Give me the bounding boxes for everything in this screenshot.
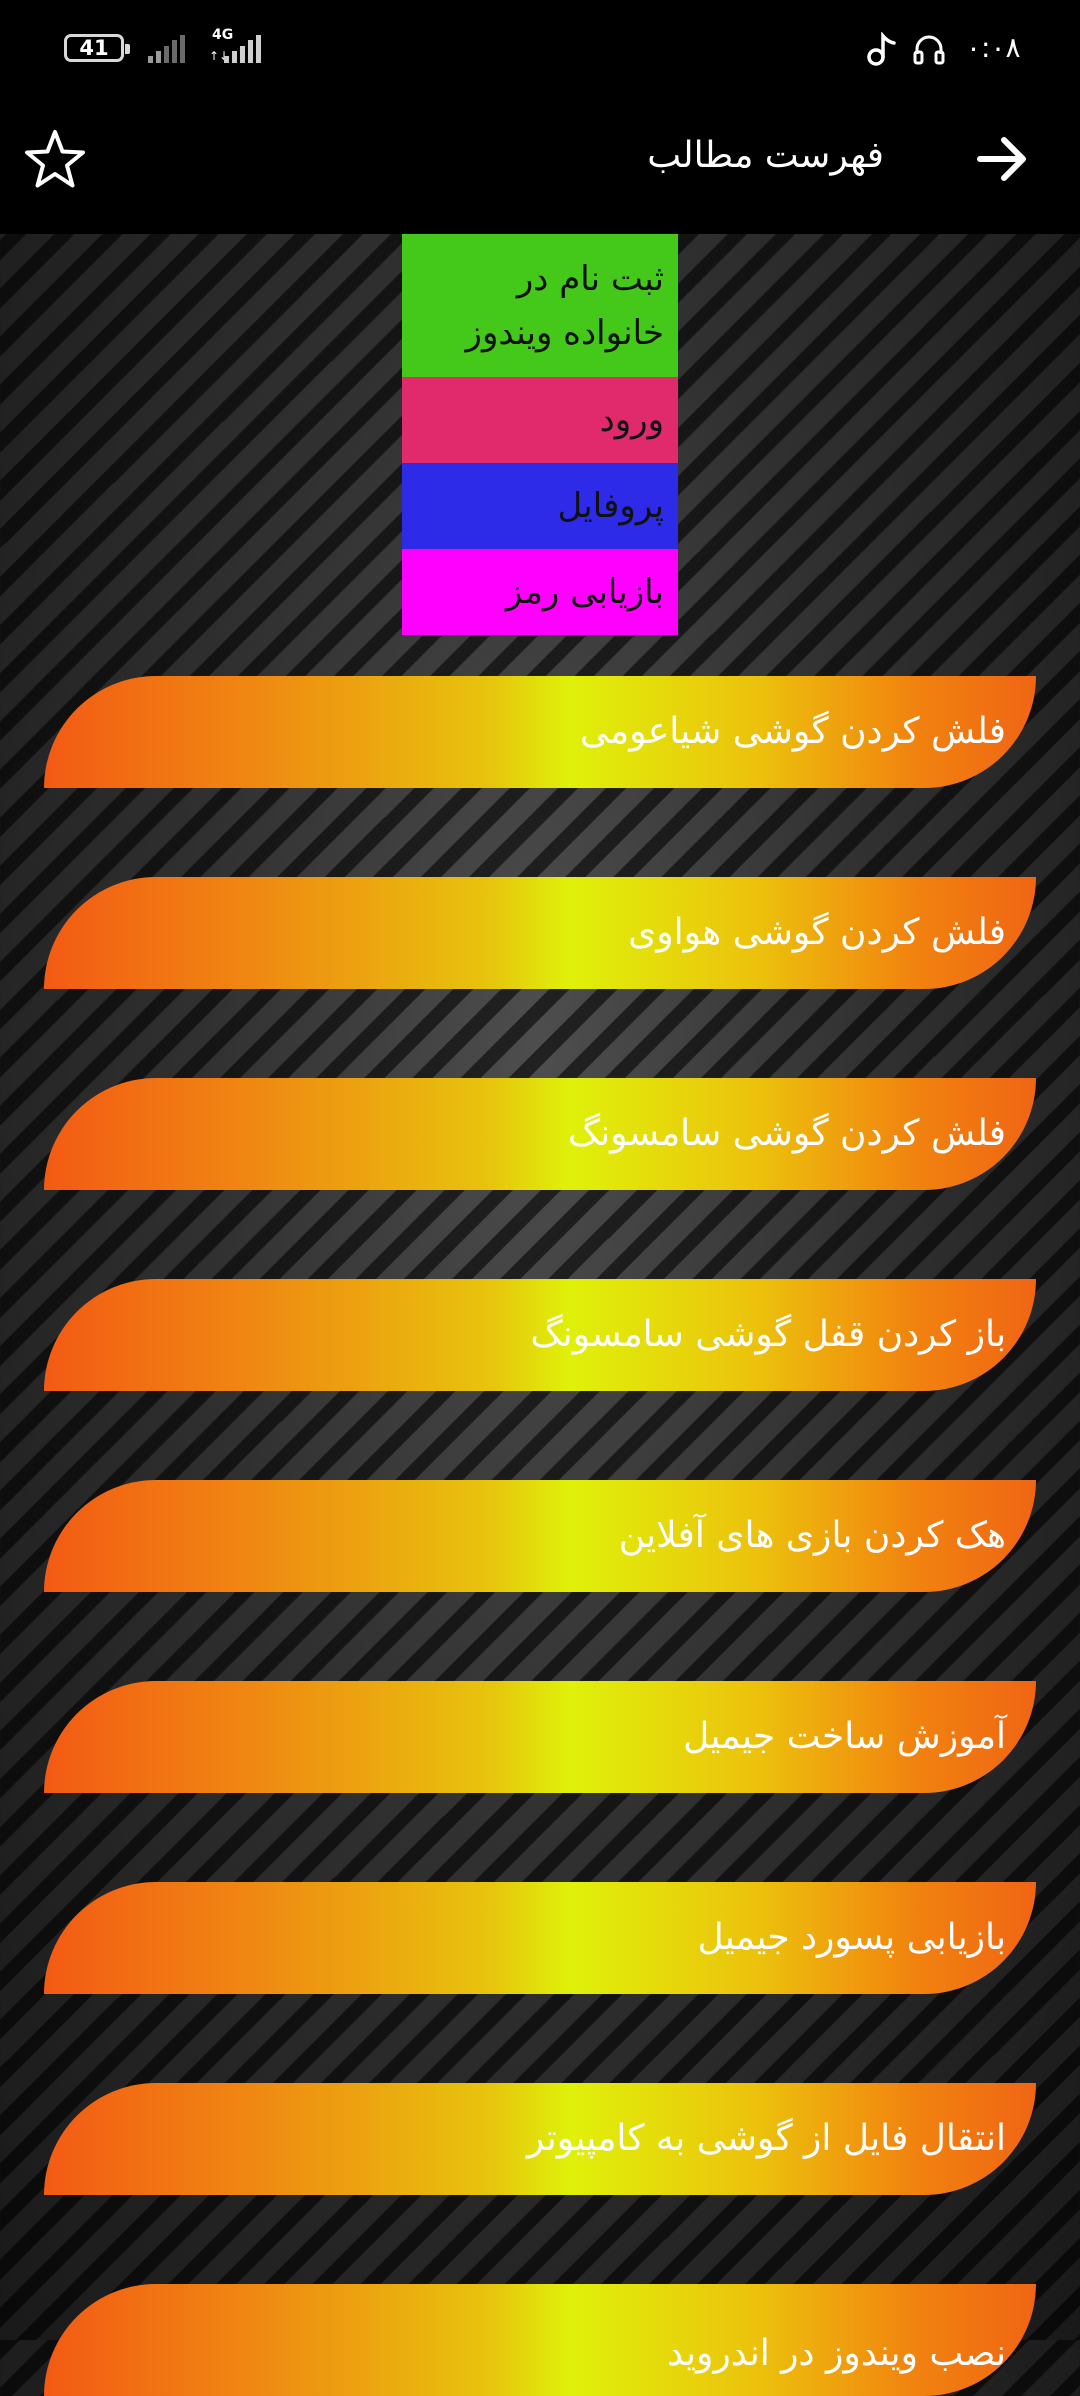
menu-item-label: بازیابی رمز xyxy=(505,572,664,612)
list-item-label: بازیابی پسورد جیمیل xyxy=(697,1917,1006,1958)
list-item-label: هک کردن بازی های آفلاین xyxy=(618,1515,1006,1556)
list-item-install-windows-android[interactable]: نصب ویندوز در اندروید xyxy=(44,2284,1036,2396)
music-note-icon xyxy=(867,32,896,66)
status-time: ۰:۰۸ xyxy=(966,31,1021,64)
app-bar: فهرست مطالب xyxy=(0,96,1080,234)
menu-item-label: ورود xyxy=(599,400,664,440)
signal-icon xyxy=(224,35,261,63)
menu-item-label: پروفایل xyxy=(557,486,664,526)
list-item-label: فلش کردن گوشی سامسونگ xyxy=(567,1113,1006,1154)
menu-item-label: ثبت نام در خانواده ویندوز xyxy=(465,258,664,353)
page-title: فهرست مطالب xyxy=(647,135,884,176)
battery-indicator: 41 xyxy=(64,34,130,62)
dropdown-menu: ثبت نام در خانواده ویندوز ورود پروفایل ب… xyxy=(402,234,678,635)
list-item-label: باز کردن قفل گوشی سامسونگ xyxy=(530,1314,1006,1355)
battery-level: 41 xyxy=(79,35,109,60)
status-bar: 41 4G ↑↓ ۰:۰۸ xyxy=(0,0,1080,96)
headset-icon xyxy=(913,35,945,65)
menu-item-profile[interactable]: پروفایل xyxy=(402,463,678,549)
arrow-right-icon[interactable] xyxy=(972,128,1034,190)
list-item-label: آموزش ساخت جیمیل xyxy=(683,1716,1006,1757)
list-item-unlock-samsung[interactable]: باز کردن قفل گوشی سامسونگ xyxy=(44,1279,1036,1391)
list-item-recover-gmail-password[interactable]: بازیابی پسورد جیمیل xyxy=(44,1882,1036,1994)
signal-icon xyxy=(148,35,185,63)
menu-item-login[interactable]: ورود xyxy=(402,377,678,463)
menu-item-recover-password[interactable]: بازیابی رمز xyxy=(402,549,678,635)
list-item-flash-huawei[interactable]: فلش کردن گوشی هواوی xyxy=(44,877,1036,989)
menu-item-register[interactable]: ثبت نام در خانواده ویندوز xyxy=(402,234,678,377)
list-item-label: انتقال فایل از گوشی به کامپیوتر xyxy=(526,2118,1006,2159)
list-item-flash-xiaomi[interactable]: فلش کردن گوشی شیاعومی xyxy=(44,676,1036,788)
list-item-label: فلش کردن گوشی هواوی xyxy=(628,912,1006,953)
list-item-label: فلش کردن گوشی شیاعومی xyxy=(579,711,1006,752)
list-item-hack-offline-games[interactable]: هک کردن بازی های آفلاین xyxy=(44,1480,1036,1592)
list-item-transfer-files[interactable]: انتقال فایل از گوشی به کامپیوتر xyxy=(44,2083,1036,2195)
list-item-label: نصب ویندوز در اندروید xyxy=(667,2333,1006,2374)
list-item-flash-samsung[interactable]: فلش کردن گوشی سامسونگ xyxy=(44,1078,1036,1190)
star-icon[interactable] xyxy=(22,126,88,192)
list-item-create-gmail[interactable]: آموزش ساخت جیمیل xyxy=(44,1681,1036,1793)
